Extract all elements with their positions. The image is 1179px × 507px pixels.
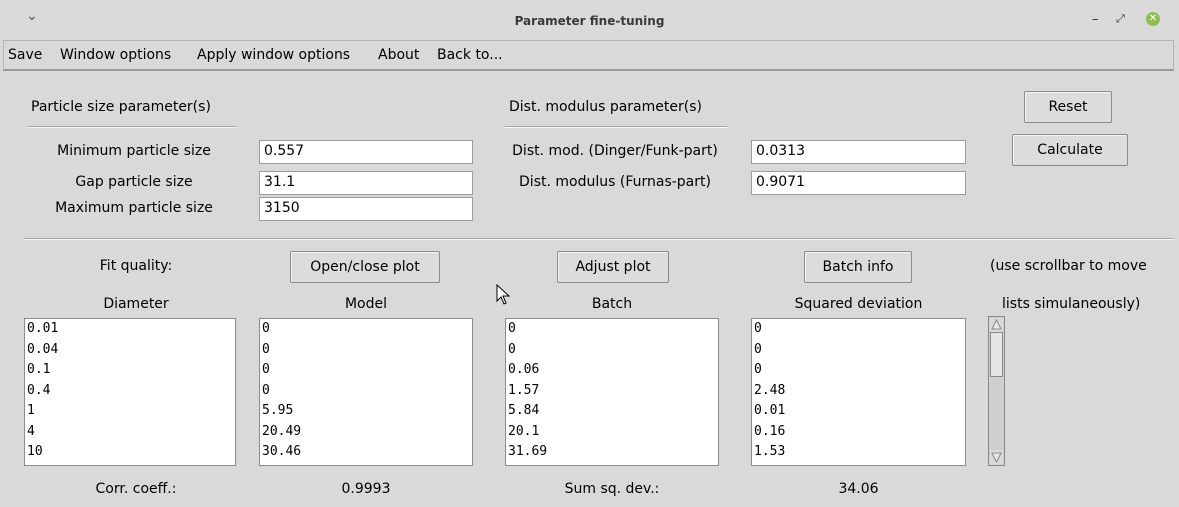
model-list[interactable]: 0 0 0 0 5.95 20.49 30.46 [259,318,473,466]
column-header-diameter: Diameter [103,296,169,312]
distmod-dinger-field[interactable]: 0.0313 [751,140,966,164]
list-item[interactable]: 0 [262,340,472,361]
list-item[interactable]: 1.57 [508,381,718,402]
corr-coeff-label: Corr. coeff.: [95,481,177,497]
list-item[interactable]: 20.49 [262,422,472,443]
window-title: Parameter fine-tuning [514,14,665,28]
mouse-pointer-icon [496,284,511,305]
list-item[interactable]: 5.84 [508,401,718,422]
minimize-icon[interactable]: – [1092,12,1099,27]
list-item[interactable]: 0 [508,340,718,361]
title-bar: ⌄ Parameter fine-tuning – ⤢ ✕ [0,0,1179,40]
scroll-down-arrow-icon[interactable] [990,450,1003,464]
menu-window-options[interactable]: Window options [60,47,171,63]
scroll-hint-line1: (use scrollbar to move [990,258,1147,274]
diameter-list[interactable]: 0.01 0.04 0.1 0.4 1 4 10 [24,318,236,466]
batch-info-button[interactable]: Batch info [804,251,912,283]
max-particle-field[interactable]: 3150 [259,197,473,221]
list-item[interactable]: 2.48 [754,381,965,402]
list-item[interactable]: 0 [262,381,472,402]
list-item[interactable]: 0 [754,319,965,340]
menu-back-to[interactable]: Back to... [437,47,503,63]
menu-apply-window-options[interactable]: Apply window options [197,47,350,63]
list-item[interactable]: 0.16 [754,422,965,443]
section-separator [24,238,1174,240]
max-particle-label: Maximum particle size [55,200,213,216]
calculate-button[interactable]: Calculate [1012,134,1128,166]
gap-particle-label: Gap particle size [75,174,193,190]
list-item[interactable]: 0.04 [27,340,235,361]
list-item[interactable]: 5.95 [262,401,472,422]
list-item[interactable]: 0.06 [508,360,718,381]
close-icon[interactable]: ✕ [1146,12,1160,26]
adjust-plot-button[interactable]: Adjust plot [557,251,669,283]
distmod-furnas-label: Dist. modulus (Furnas-part) [519,174,711,190]
menu-about[interactable]: About [378,47,419,63]
list-item[interactable]: 20.1 [508,422,718,443]
sum-sq-dev-value: 34.06 [838,481,879,497]
list-item[interactable]: 0 [262,360,472,381]
list-item[interactable]: 1.53 [754,442,965,463]
list-item[interactable]: 0 [508,319,718,340]
column-header-squared-deviation: Squared deviation [794,296,923,312]
column-header-batch: Batch [591,296,633,312]
list-item[interactable]: 0 [754,360,965,381]
list-item[interactable]: 0 [754,340,965,361]
list-item[interactable]: 31.69 [508,442,718,463]
menu-bar: Save Window options Apply window options… [3,40,1174,71]
batch-list[interactable]: 0 0 0.06 1.57 5.84 20.1 31.69 [505,318,719,466]
corr-coeff-value: 0.9993 [341,481,391,497]
list-item[interactable]: 1 [27,401,235,422]
list-item[interactable]: 4 [27,422,235,443]
distmod-furnas-field[interactable]: 0.9071 [751,171,966,195]
open-close-plot-button[interactable]: Open/close plot [290,251,440,283]
sum-sq-dev-label: Sum sq. dev.: [564,481,660,497]
reset-button[interactable]: Reset [1024,91,1112,123]
scrollbar-thumb[interactable] [990,332,1003,377]
scroll-hint-line2: lists simulaneously) [1002,296,1141,312]
particle-heading: Particle size parameter(s) [31,99,211,115]
scroll-up-arrow-icon[interactable] [990,318,1003,332]
list-item[interactable]: 0 [262,319,472,340]
list-item[interactable]: 10 [27,442,235,463]
fit-quality-label: Fit quality: [99,258,173,274]
squared-deviation-list[interactable]: 0 0 0 2.48 0.01 0.16 1.53 [751,318,966,466]
particle-heading-underline [28,126,236,128]
list-item[interactable]: 30.46 [262,442,472,463]
column-header-model: Model [344,296,388,312]
list-item[interactable]: 0.01 [27,319,235,340]
list-scrollbar[interactable] [988,316,1005,466]
distmod-heading: Dist. modulus parameter(s) [509,99,702,115]
distmod-dinger-label: Dist. mod. (Dinger/Funk-part) [512,143,718,159]
list-item[interactable]: 0.4 [27,381,235,402]
menu-save[interactable]: Save [8,47,42,63]
maximize-icon[interactable]: ⤢ [1116,12,1125,26]
list-item[interactable]: 0.01 [754,401,965,422]
gap-particle-field[interactable]: 31.1 [259,171,473,195]
min-particle-field[interactable]: 0.557 [259,140,473,164]
distmod-heading-underline [505,126,727,128]
min-particle-label: Minimum particle size [57,143,211,159]
list-item[interactable]: 0.1 [27,360,235,381]
